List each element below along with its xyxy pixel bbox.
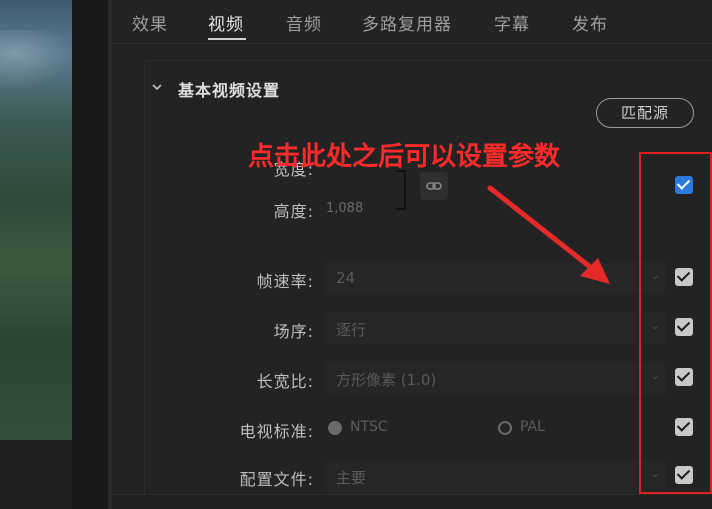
export-settings-panel: 效果 视频 音频 多路复用器 字幕 发布 基本视频设置 匹配源 宽度: 高度: … <box>112 0 712 509</box>
bottom-bar <box>112 494 712 509</box>
annotation-arrow <box>487 185 610 284</box>
video-preview <box>0 0 72 440</box>
preview-footer <box>0 440 72 509</box>
panel-divider <box>72 0 108 509</box>
